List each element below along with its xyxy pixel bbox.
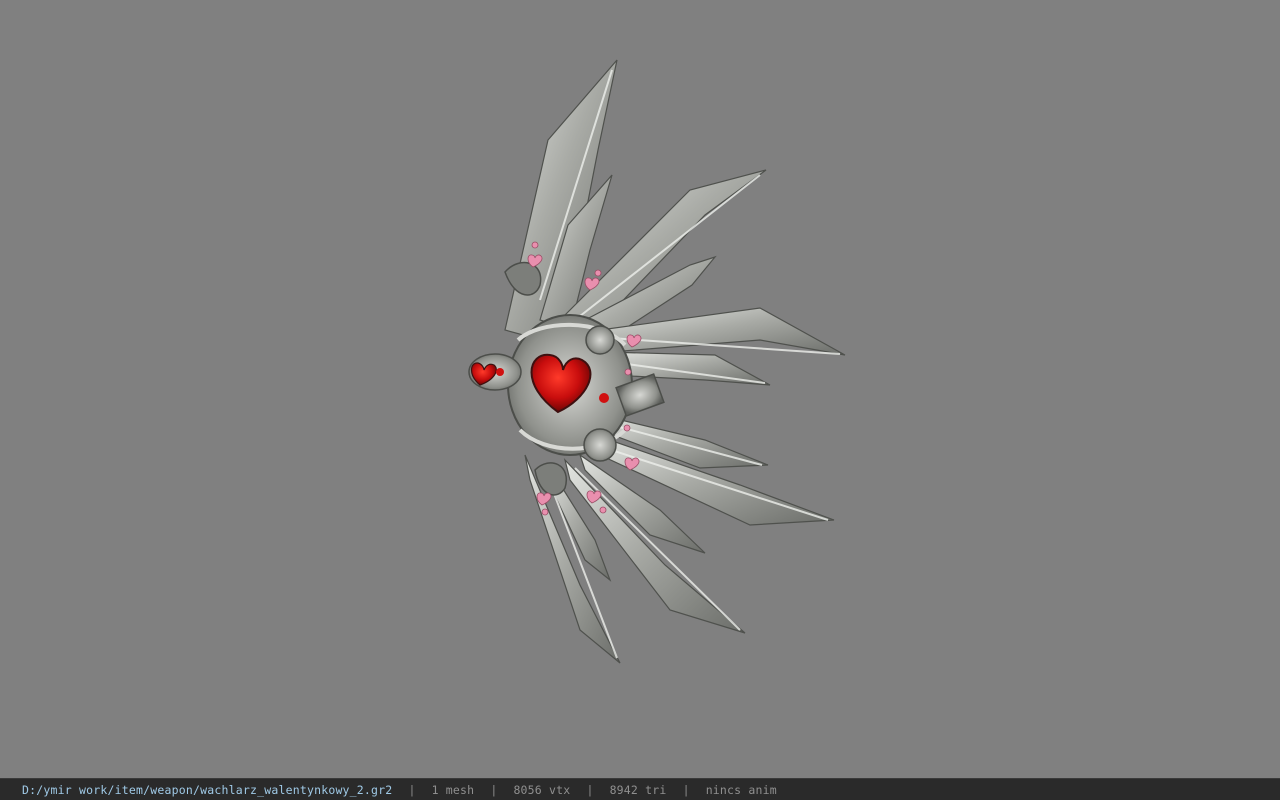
3d-viewport[interactable] (0, 0, 1280, 778)
file-path: D:/ymir work/item/weapon/wachlarz_walent… (22, 782, 393, 797)
separator: | (408, 782, 416, 797)
separator: | (682, 782, 690, 797)
gem-dot (599, 393, 609, 403)
vertex-count: 8056 vtx (513, 782, 571, 797)
animation-status: nincs anim (705, 782, 777, 797)
triangle-count: 8942 tri (609, 782, 667, 797)
mesh-count: 1 mesh (431, 782, 475, 797)
status-bar: D:/ymir work/item/weapon/wachlarz_walent… (0, 778, 1280, 800)
gem-dot (496, 368, 504, 376)
weapon-model[interactable] (0, 0, 1280, 778)
separator: | (490, 782, 498, 797)
separator: | (586, 782, 594, 797)
